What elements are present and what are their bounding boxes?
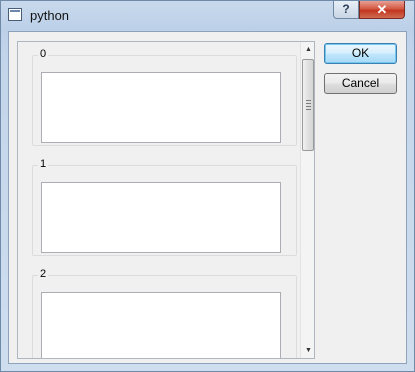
- title-bar[interactable]: python ? ✕: [1, 1, 414, 31]
- close-button[interactable]: ✕: [359, 1, 405, 19]
- text-edit-1[interactable]: [41, 182, 281, 253]
- window-icon[interactable]: [8, 8, 22, 21]
- group-box-0: 0: [32, 48, 297, 146]
- thumb-grip-line: [306, 100, 311, 101]
- text-edit-2[interactable]: [41, 292, 281, 358]
- dialog-client-area: 0 1 2 ▲ ▼ OK Cancel: [8, 31, 407, 364]
- group-box-2: 2: [32, 268, 297, 358]
- scroll-up-arrow-icon[interactable]: ▲: [301, 42, 314, 57]
- thumb-grip-line: [306, 109, 311, 110]
- ok-button[interactable]: OK: [324, 43, 397, 64]
- scrollbar-thumb[interactable]: [302, 59, 314, 151]
- dialog-window: python ? ✕ 0 1 2 ▲ ▼ OK Cancel: [0, 0, 415, 372]
- thumb-grip-line: [306, 103, 311, 104]
- cancel-button[interactable]: Cancel: [324, 73, 397, 94]
- text-edit-0[interactable]: [41, 72, 281, 143]
- window-title: python: [30, 8, 70, 23]
- thumb-grip-line: [306, 106, 311, 107]
- scroll-down-arrow-icon[interactable]: ▼: [301, 343, 314, 358]
- group-box-title: 1: [38, 158, 49, 170]
- scroll-area[interactable]: 0 1 2 ▲ ▼: [17, 41, 315, 359]
- help-button[interactable]: ?: [333, 1, 359, 19]
- group-box-title: 2: [38, 268, 49, 280]
- group-box-1: 1: [32, 158, 297, 256]
- vertical-scrollbar[interactable]: ▲ ▼: [300, 42, 314, 358]
- group-box-title: 0: [38, 48, 49, 60]
